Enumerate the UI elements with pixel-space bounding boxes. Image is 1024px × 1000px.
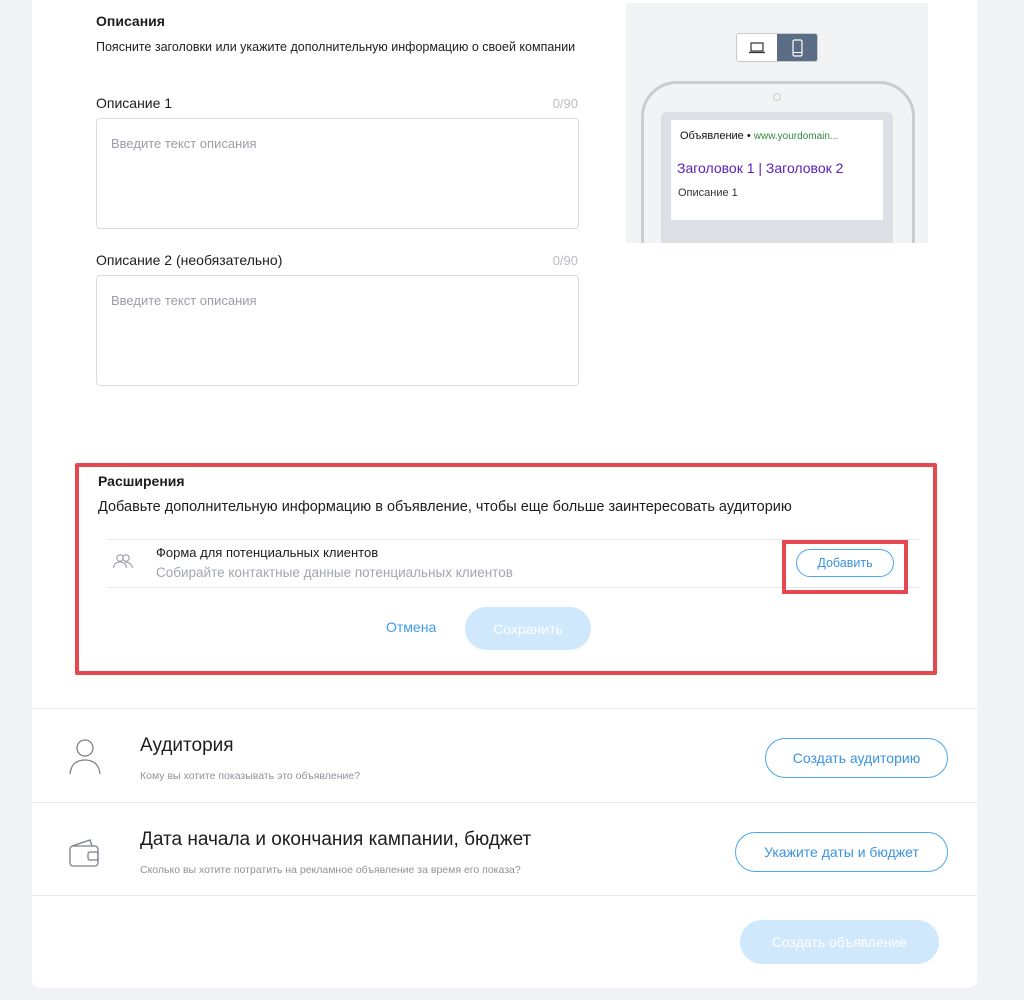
extension-item-subtitle: Собирайте контактные данные потенциальны…	[156, 565, 513, 580]
audience-title: Аудитория	[140, 735, 234, 756]
cancel-button[interactable]: Отмена	[386, 619, 436, 635]
description-2-textarea[interactable]: Введите текст описания	[96, 275, 579, 386]
description-1-counter: 0/90	[552, 96, 578, 111]
device-toggle	[736, 33, 818, 62]
divider	[32, 708, 977, 709]
wallet-icon	[69, 839, 99, 867]
save-button[interactable]: Сохранить	[465, 607, 591, 650]
ad-separator: •	[746, 130, 751, 142]
description-1-label: Описание 1	[96, 95, 173, 111]
ad-preview: Объявление • www.yourdomain... Заголовок…	[626, 3, 928, 243]
description-2-counter: 0/90	[552, 253, 578, 268]
set-dates-budget-button[interactable]: Укажите даты и бюджет	[735, 832, 948, 872]
phone-screen: Объявление • www.yourdomain... Заголовок…	[661, 112, 893, 243]
ad-preview-meta: Объявление • www.yourdomain...	[680, 130, 838, 142]
people-icon	[112, 554, 134, 569]
smartphone-icon	[791, 38, 803, 57]
phone-mockup: Объявление • www.yourdomain... Заголовок…	[641, 81, 915, 243]
extensions-hint: Добавьте дополнительную информацию в объ…	[98, 499, 792, 515]
add-lead-form-button[interactable]: Добавить	[796, 549, 894, 577]
extension-item-title: Форма для потенциальных клиентов	[156, 545, 379, 560]
description-2-label: Описание 2 (необязательно)	[96, 252, 283, 268]
budget-title: Дата начала и окончания кампании, бюджет	[140, 829, 532, 850]
audience-subtitle: Кому вы хотите показывать это объявление…	[140, 770, 361, 782]
person-icon	[69, 739, 101, 775]
extensions-title: Расширения	[98, 473, 185, 489]
ad-label: Объявление	[680, 130, 744, 142]
ad-headline: Заголовок 1 | Заголовок 2	[677, 160, 844, 176]
laptop-icon	[749, 41, 765, 53]
descriptions-title: Описания	[96, 13, 165, 29]
description-1-placeholder: Введите текст описания	[111, 136, 257, 151]
ad-description: Описание 1	[678, 187, 738, 199]
descriptions-hint: Поясните заголовки или укажите дополните…	[96, 40, 576, 54]
budget-subtitle: Сколько вы хотите потратить на рекламное…	[140, 864, 521, 876]
description-1-textarea[interactable]: Введите текст описания	[96, 118, 579, 229]
desktop-preview-button[interactable]	[737, 34, 777, 61]
mobile-preview-button[interactable]	[777, 34, 817, 61]
create-ad-button[interactable]: Создать объявление	[740, 920, 939, 964]
divider	[32, 802, 977, 803]
ad-url: www.yourdomain...	[753, 131, 839, 142]
description-2-placeholder: Введите текст описания	[111, 293, 257, 308]
create-audience-button[interactable]: Создать аудиторию	[765, 738, 948, 778]
divider	[32, 895, 977, 896]
phone-camera	[773, 93, 781, 101]
ad-preview-card: Объявление • www.yourdomain... Заголовок…	[671, 120, 883, 220]
